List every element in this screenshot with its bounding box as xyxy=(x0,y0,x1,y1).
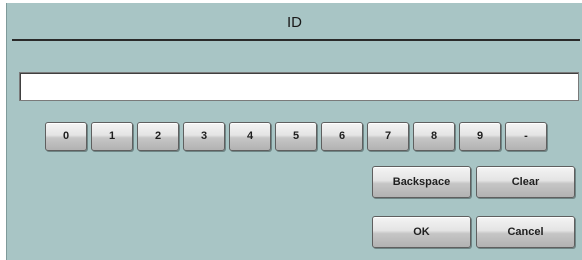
key-1[interactable]: 1 xyxy=(91,122,133,151)
clear-button[interactable]: Clear xyxy=(476,166,575,198)
cancel-button[interactable]: Cancel xyxy=(476,216,575,248)
key-9[interactable]: 9 xyxy=(459,122,501,151)
key-minus[interactable]: - xyxy=(505,122,547,151)
key-6[interactable]: 6 xyxy=(321,122,363,151)
key-2[interactable]: 2 xyxy=(137,122,179,151)
key-5[interactable]: 5 xyxy=(275,122,317,151)
dialog-title: ID xyxy=(287,14,302,31)
id-input[interactable] xyxy=(19,72,579,101)
key-4[interactable]: 4 xyxy=(229,122,271,151)
key-3[interactable]: 3 xyxy=(183,122,225,151)
key-0[interactable]: 0 xyxy=(45,122,87,151)
key-8[interactable]: 8 xyxy=(413,122,455,151)
key-7[interactable]: 7 xyxy=(367,122,409,151)
backspace-button[interactable]: Backspace xyxy=(372,166,471,198)
id-entry-dialog: ID 0 1 2 3 4 5 6 7 8 9 - Backspace Clear… xyxy=(6,3,582,260)
title-divider xyxy=(12,39,580,41)
ok-button[interactable]: OK xyxy=(372,216,471,248)
